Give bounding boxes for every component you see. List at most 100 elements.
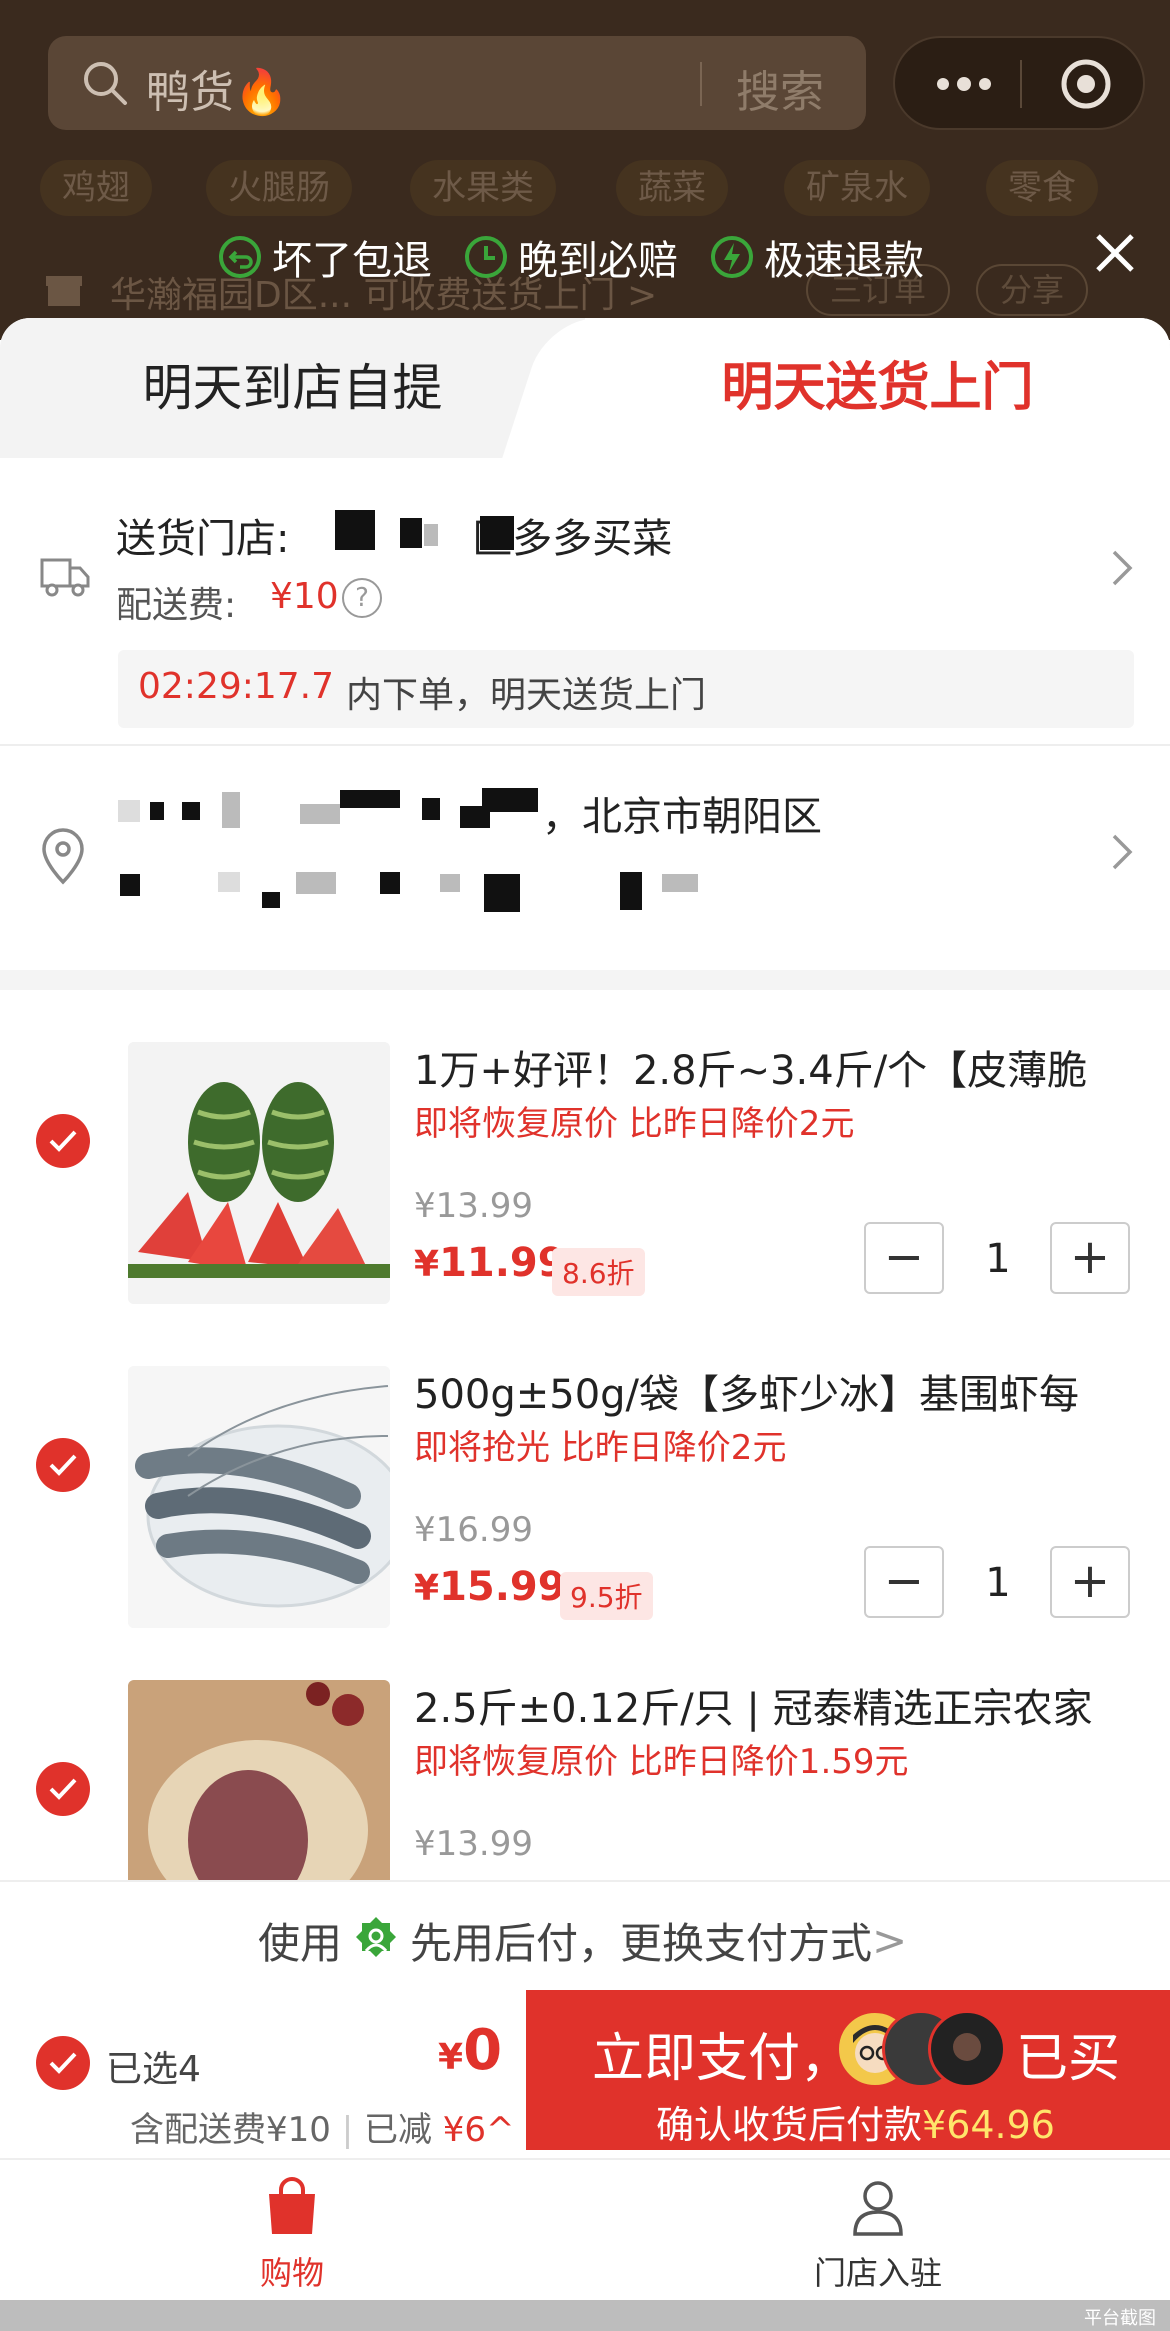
help-icon[interactable]: ?: [342, 578, 382, 618]
decrease-button[interactable]: −: [864, 1546, 944, 1618]
fee-label: 配送费:: [116, 585, 237, 626]
watermelon-image[interactable]: [128, 1042, 390, 1304]
redacted-block: [222, 792, 240, 828]
shrimp-image[interactable]: [128, 1366, 390, 1628]
return-icon: [219, 236, 261, 278]
redacted-block: [182, 802, 200, 820]
redacted-block: [662, 874, 698, 892]
reduced-label: 已减: [363, 2110, 432, 2150]
chevron-right-icon: >: [872, 1916, 908, 1965]
close-icon[interactable]: [1090, 228, 1140, 278]
category-chips: 鸡翅 火腿肠 水果类 蔬菜 矿泉水 零食: [0, 160, 1170, 216]
redacted-block: [620, 872, 642, 910]
item-title[interactable]: 500g±50g/袋【多虾少冰】基围虾每: [414, 1362, 1154, 1420]
pay-now-label: 立即支付，: [592, 2029, 853, 2089]
redacted-block: [296, 872, 336, 894]
miniprogram-capsule: [893, 36, 1145, 130]
pay-hint-text: 先用后付，更换支付方式: [410, 1919, 873, 1968]
select-all-checkbox[interactable]: [36, 2036, 90, 2090]
redacted-block: [300, 804, 340, 824]
item-tags: 即将恢复原价 比昨日降价2元: [414, 1104, 855, 1144]
divider: [1020, 60, 1022, 108]
location-pin-icon: [42, 828, 84, 885]
increase-button[interactable]: +: [1050, 1546, 1130, 1618]
total-value: 0: [463, 2018, 503, 2083]
item-checkbox[interactable]: [36, 1762, 90, 1816]
watermark: 平台截图: [1084, 2308, 1156, 2329]
pay-now-button[interactable]: 立即支付， 已买 确认收货后付款¥64.96: [526, 1990, 1170, 2150]
guarantee-label: 晚到必赔: [518, 238, 678, 284]
redacted-block: [480, 516, 514, 550]
more-icon[interactable]: [929, 56, 999, 112]
decrease-button[interactable]: −: [864, 1222, 944, 1294]
cart-items: 1万+好评！2.8斤~3.4斤/个【皮薄脆 即将恢复原价 比昨日降价2元 ¥13…: [0, 990, 1170, 1980]
address-city: ，北京市朝阳区: [542, 794, 822, 840]
quantity-value[interactable]: 1: [968, 1236, 1028, 1282]
category-chip[interactable]: 零食: [986, 160, 1098, 216]
bought-label: 已买: [1016, 2029, 1121, 2089]
category-chip[interactable]: 火腿肠: [206, 160, 352, 216]
countdown-timer: 02:29:17.7: [138, 666, 335, 707]
avatar: [928, 2010, 1006, 2088]
payment-method-row: 使用 先用后付，更换支付方式 >: [258, 1910, 907, 1971]
shopping-bag-icon: [269, 2177, 315, 2234]
item-checkbox[interactable]: [36, 1438, 90, 1492]
check-icon: [49, 2052, 77, 2074]
address-section[interactable]: ，北京市朝阳区: [0, 744, 1170, 954]
bottom-tab-bar: 购物 门店入驻: [0, 2158, 1170, 2298]
tab-delivery-label: 明天送货上门: [721, 358, 1034, 418]
redacted-block: [150, 802, 164, 820]
close-miniprogram-icon[interactable]: [1058, 56, 1114, 112]
redacted-block: [482, 788, 538, 812]
section-gap: [0, 970, 1170, 990]
item-title[interactable]: 1万+好评！2.8斤~3.4斤/个【皮薄脆: [414, 1038, 1154, 1096]
chevron-right-icon: [1112, 550, 1133, 586]
category-chip[interactable]: 鸡翅: [40, 160, 152, 216]
redacted-block: [380, 872, 400, 894]
quantity-value[interactable]: 1: [968, 1560, 1028, 1606]
original-price: ¥13.99: [414, 1824, 533, 1864]
fee-summary[interactable]: 含配送费¥10 | 已减 ¥6^: [130, 2102, 515, 2151]
search-bar[interactable]: 鸭货🔥 搜索: [48, 36, 866, 130]
discount-badge: 8.6折: [552, 1248, 645, 1296]
delivery-store-section[interactable]: 送货门店: 区多多买菜 配送费: ¥10 ? 02:29:17.7 内下单，明天…: [0, 458, 1170, 728]
cart-item: 1万+好评！2.8斤~3.4斤/个【皮薄脆 即将恢复原价 比昨日降价2元 ¥13…: [0, 990, 1170, 1314]
guarantee-item: 晚到必赔: [464, 230, 678, 284]
category-chip[interactable]: 水果类: [410, 160, 556, 216]
tab-shopping[interactable]: 购物: [142, 2176, 442, 2294]
item-checkbox[interactable]: [36, 1114, 90, 1168]
store-label: 送货门店:: [116, 516, 303, 562]
item-title[interactable]: 2.5斤±0.12斤/只 | 冠泰精选正宗农家: [414, 1676, 1154, 1734]
buyer-avatars: [836, 2010, 1006, 2090]
tab-store-join[interactable]: 门店入驻: [728, 2176, 1028, 2294]
tab-delivery[interactable]: 明天送货上门: [585, 318, 1170, 458]
original-price: ¥13.99: [414, 1186, 533, 1226]
divider: [700, 62, 702, 106]
checkout-sheet: 明天到店自提 明天送货上门 送货门店: 区多多买菜 配送费: ¥10 ? 02:…: [0, 318, 1170, 2331]
price-value: 15.99: [439, 1564, 566, 1610]
redacted-block: [262, 892, 280, 908]
guarantee-strip: 坏了包退 晚到必赔 极速退款: [0, 224, 1170, 290]
category-chip[interactable]: 矿泉水: [784, 160, 930, 216]
payment-method-bar[interactable]: 使用 先用后付，更换支付方式 >: [0, 1880, 1170, 1990]
item-tags: 即将抢光 比昨日降价2元: [414, 1428, 787, 1468]
cart-item: 500g±50g/袋【多虾少冰】基围虾每 即将抢光 比昨日降价2元 ¥16.99…: [0, 1314, 1170, 1638]
countdown-banner: 02:29:17.7 内下单，明天送货上门: [118, 650, 1134, 728]
discount-badge: 9.5折: [560, 1572, 653, 1620]
tab-pickup[interactable]: 明天到店自提: [0, 318, 585, 458]
increase-button[interactable]: +: [1050, 1222, 1130, 1294]
lightning-icon: [711, 236, 753, 278]
delivery-store: 送货门店: 区多多买菜: [116, 506, 672, 564]
checkout-bar: 已选4 ¥0 含配送费¥10 | 已减 ¥6^ 立即支付， 已买 确认收货后付款…: [0, 1990, 1170, 2158]
redacted-block: [335, 510, 375, 550]
reduced-amount: ¥6^: [442, 2110, 515, 2150]
search-query[interactable]: 鸭货🔥: [146, 56, 289, 120]
search-button[interactable]: 搜索: [736, 56, 824, 120]
redacted-block: [400, 518, 422, 548]
original-price: ¥16.99: [414, 1510, 533, 1550]
selected-count: 已选4: [106, 2049, 201, 2090]
truck-icon: [40, 558, 90, 597]
person-icon: [853, 2181, 903, 2236]
delivery-tabs: 明天到店自提 明天送货上门: [0, 318, 1170, 458]
category-chip[interactable]: 蔬菜: [616, 160, 728, 216]
